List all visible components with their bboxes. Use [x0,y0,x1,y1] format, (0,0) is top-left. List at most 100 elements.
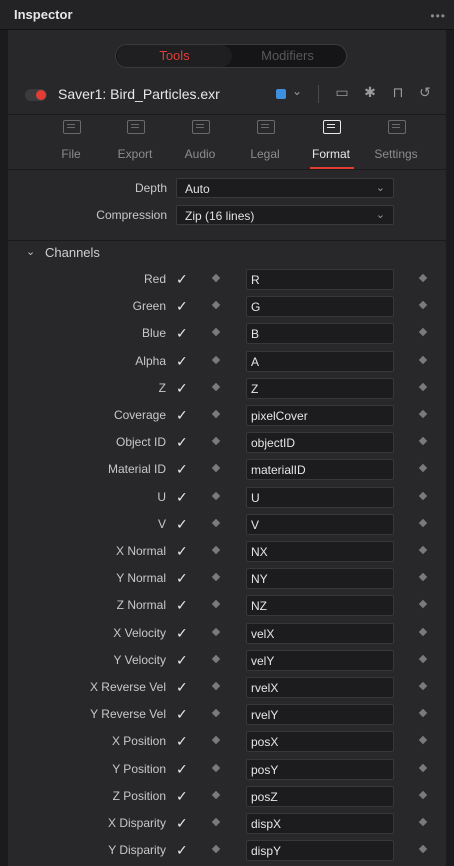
lock-icon[interactable]: ⊓ [389,84,407,101]
pin-icon[interactable]: ✱ [361,84,379,101]
tab-settings[interactable]: Settings [365,115,427,171]
keyframe-icon[interactable] [211,708,221,718]
channel-name-input[interactable]: posZ [246,786,394,807]
tools-tab[interactable]: Tools [117,45,232,67]
keyframe-icon[interactable] [211,735,221,745]
channel-checkbox[interactable]: ✓ [176,325,188,341]
keyframe-icon[interactable] [211,790,221,800]
channel-checkbox[interactable]: ✓ [176,679,188,695]
keyframe-icon[interactable] [418,409,428,419]
channel-checkbox[interactable]: ✓ [176,407,188,423]
keyframe-icon[interactable] [418,627,428,637]
keyframe-icon[interactable] [211,844,221,854]
channel-checkbox[interactable]: ✓ [176,652,188,668]
channel-checkbox[interactable]: ✓ [176,761,188,777]
collapse-icon[interactable]: ▭ [333,84,351,101]
channel-name-input[interactable]: NY [246,568,394,589]
keyframe-icon[interactable] [418,273,428,283]
channel-checkbox[interactable]: ✓ [176,706,188,722]
keyframe-icon[interactable] [211,545,221,555]
keyframe-icon[interactable] [211,463,221,473]
tool-enable-toggle[interactable] [25,89,47,101]
keyframe-icon[interactable] [211,817,221,827]
depth-dropdown[interactable]: Auto ⌄ [176,178,394,198]
keyframe-icon[interactable] [211,763,221,773]
tool-color-swatch[interactable] [276,89,286,99]
keyframe-icon[interactable] [418,300,428,310]
channel-checkbox[interactable]: ✓ [176,461,188,477]
keyframe-icon[interactable] [418,545,428,555]
keyframe-icon[interactable] [211,572,221,582]
channel-name-input[interactable]: V [246,514,394,535]
keyframe-icon[interactable] [418,763,428,773]
tab-audio[interactable]: Audio [169,115,231,171]
channel-name-input[interactable]: dispX [246,813,394,834]
channel-name-input[interactable]: rvelY [246,704,394,725]
channel-checkbox[interactable]: ✓ [176,543,188,559]
channel-checkbox[interactable]: ✓ [176,489,188,505]
keyframe-icon[interactable] [418,817,428,827]
channel-checkbox[interactable]: ✓ [176,788,188,804]
keyframe-icon[interactable] [211,273,221,283]
compression-dropdown[interactable]: Zip (16 lines) ⌄ [176,205,394,225]
channel-name-input[interactable]: A [246,351,394,372]
channel-checkbox[interactable]: ✓ [176,516,188,532]
channel-name-input[interactable]: objectID [246,432,394,453]
tab-format[interactable]: Format [300,115,362,171]
channel-checkbox[interactable]: ✓ [176,353,188,369]
keyframe-icon[interactable] [418,355,428,365]
channel-name-input[interactable]: pixelCover [246,405,394,426]
keyframe-icon[interactable] [418,681,428,691]
channel-checkbox[interactable]: ✓ [176,842,188,858]
keyframe-icon[interactable] [418,708,428,718]
keyframe-icon[interactable] [418,518,428,528]
channel-name-input[interactable]: dispY [246,840,394,861]
channel-name-input[interactable]: NX [246,541,394,562]
channel-checkbox[interactable]: ✓ [176,380,188,396]
keyframe-icon[interactable] [211,355,221,365]
keyframe-icon[interactable] [418,436,428,446]
channel-checkbox[interactable]: ✓ [176,271,188,287]
keyframe-icon[interactable] [211,518,221,528]
keyframe-icon[interactable] [418,844,428,854]
keyframe-icon[interactable] [211,654,221,664]
ellipsis-icon[interactable]: ••• [430,9,446,23]
keyframe-icon[interactable] [418,790,428,800]
keyframe-icon[interactable] [211,382,221,392]
keyframe-icon[interactable] [418,463,428,473]
keyframe-icon[interactable] [418,654,428,664]
keyframe-icon[interactable] [418,599,428,609]
channel-checkbox[interactable]: ✓ [176,434,188,450]
keyframe-icon[interactable] [418,382,428,392]
keyframe-icon[interactable] [418,572,428,582]
keyframe-icon[interactable] [418,491,428,501]
keyframe-icon[interactable] [211,327,221,337]
channel-name-input[interactable]: posY [246,759,394,780]
channel-name-input[interactable]: G [246,296,394,317]
channel-checkbox[interactable]: ✓ [176,733,188,749]
keyframe-icon[interactable] [418,735,428,745]
channel-checkbox[interactable]: ✓ [176,815,188,831]
channel-name-input[interactable]: Z [246,378,394,399]
channels-section-header[interactable]: ⌄ Channels [8,240,446,264]
keyframe-icon[interactable] [211,300,221,310]
keyframe-icon[interactable] [418,327,428,337]
keyframe-icon[interactable] [211,491,221,501]
channel-checkbox[interactable]: ✓ [176,570,188,586]
channel-name-input[interactable]: velX [246,623,394,644]
keyframe-icon[interactable] [211,599,221,609]
keyframe-icon[interactable] [211,409,221,419]
channel-checkbox[interactable]: ✓ [176,597,188,613]
channel-checkbox[interactable]: ✓ [176,298,188,314]
channel-name-input[interactable]: materialID [246,459,394,480]
channel-name-input[interactable]: velY [246,650,394,671]
chevron-down-icon[interactable]: ⌄ [292,84,302,98]
channel-checkbox[interactable]: ✓ [176,625,188,641]
reset-icon[interactable]: ↺ [416,84,434,101]
channel-name-input[interactable]: B [246,323,394,344]
channel-name-input[interactable]: R [246,269,394,290]
tab-file[interactable]: File [40,115,102,171]
channel-name-input[interactable]: posX [246,731,394,752]
channel-name-input[interactable]: rvelX [246,677,394,698]
keyframe-icon[interactable] [211,681,221,691]
